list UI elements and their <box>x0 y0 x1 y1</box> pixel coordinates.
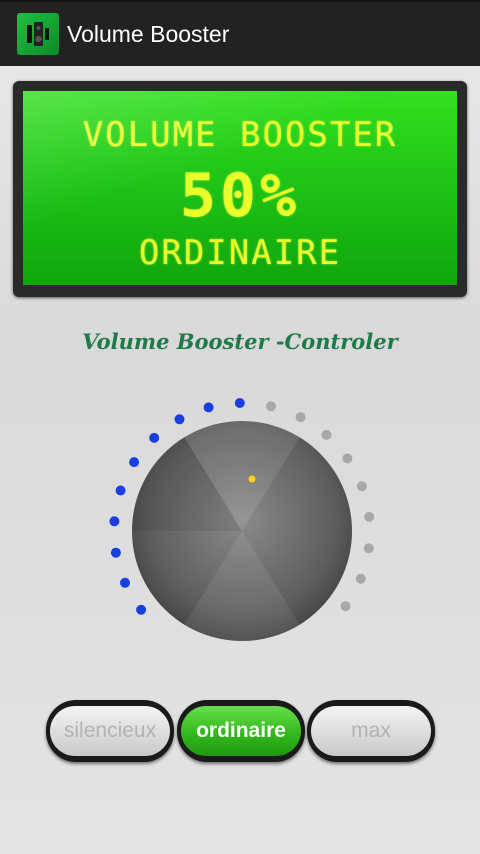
level-dot-inactive <box>340 601 351 612</box>
level-dot-inactive <box>266 401 276 412</box>
mode-silencieux-button[interactable]: silencieux <box>46 700 174 762</box>
level-dot-inactive <box>355 573 366 584</box>
level-dot-inactive <box>321 429 332 440</box>
level-dot-active <box>174 414 185 425</box>
knob-indicator-dot <box>248 475 256 483</box>
level-dot-inactive <box>364 511 375 522</box>
level-dot-active <box>149 432 160 443</box>
level-dot-active <box>234 398 245 408</box>
level-dot-active <box>110 547 121 558</box>
level-dot-active <box>109 516 120 527</box>
level-dot-active <box>120 577 130 588</box>
level-dot-inactive <box>356 481 367 492</box>
mode-silencieux-label: silencieux <box>50 706 170 756</box>
mode-max-button[interactable]: max <box>307 700 435 762</box>
mode-ordinaire-button[interactable]: ordinaire <box>177 700 305 762</box>
level-dot-inactive <box>363 543 374 554</box>
mode-ordinaire-label: ordinaire <box>181 706 301 756</box>
level-dot-active <box>136 604 147 615</box>
mode-buttons: silencieux ordinaire max <box>44 700 436 762</box>
level-dot-inactive <box>295 412 306 423</box>
level-dot-inactive <box>342 453 353 464</box>
level-dot-active <box>129 457 140 468</box>
mode-max-label: max <box>311 706 431 756</box>
level-dot-active <box>115 485 126 496</box>
level-dot-active <box>203 402 214 413</box>
